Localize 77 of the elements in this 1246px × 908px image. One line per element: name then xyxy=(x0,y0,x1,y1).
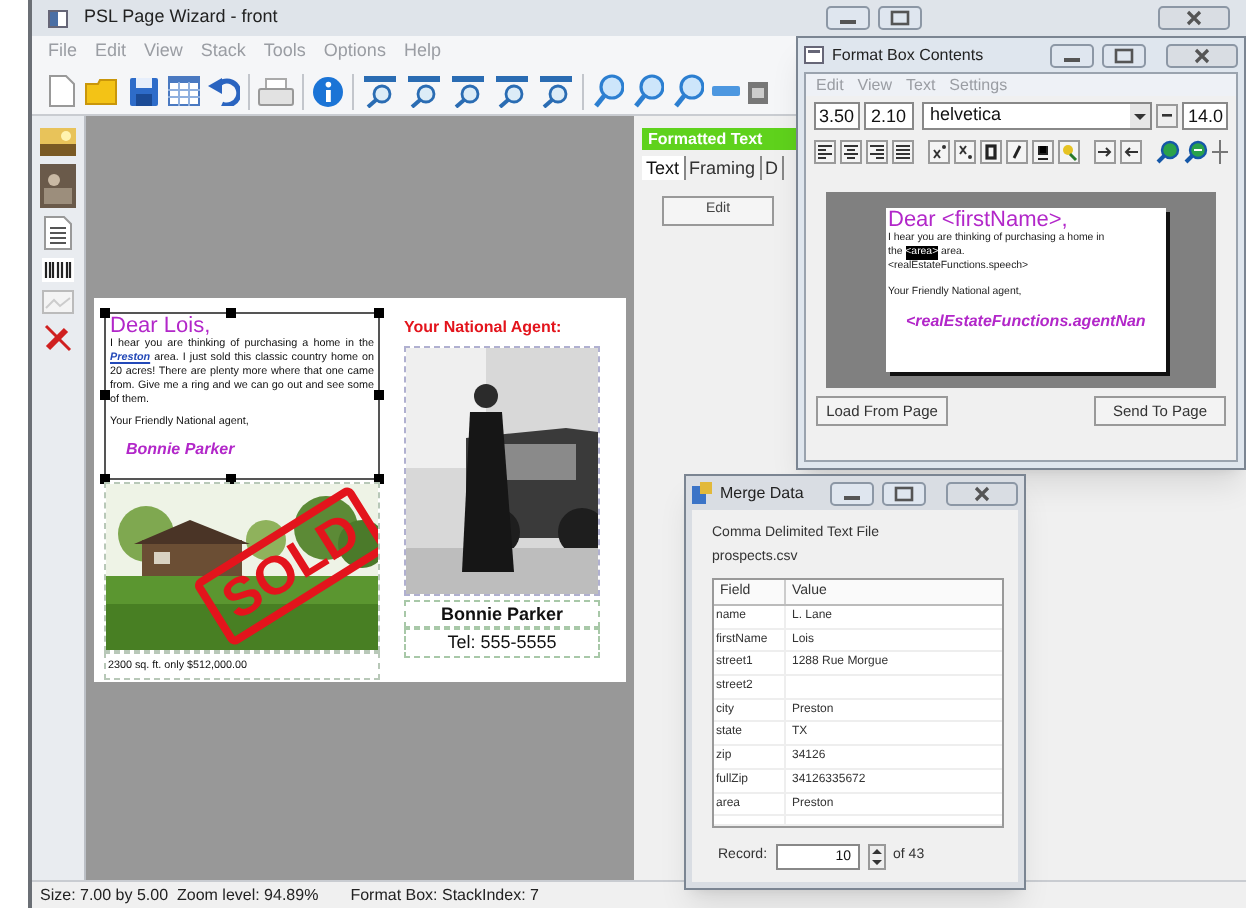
panel-header: Formatted Text xyxy=(642,128,802,150)
selection-handle[interactable] xyxy=(100,308,110,318)
status-text: Size: 7.00 by 5.00 Zoom level: 94.89% xyxy=(40,883,319,907)
zoom-icon[interactable] xyxy=(672,74,704,108)
signature: <realEstateFunctions.agentNan xyxy=(906,312,1148,332)
highlighter-icon[interactable] xyxy=(1058,140,1080,164)
indent-icon[interactable] xyxy=(1094,140,1116,164)
italic-icon[interactable] xyxy=(1006,140,1028,164)
minimize-button[interactable] xyxy=(826,6,870,30)
agent-heading: Your National Agent: xyxy=(404,318,564,338)
spinner-button[interactable] xyxy=(867,844,886,870)
text-box[interactable] xyxy=(104,312,380,480)
justify-icon[interactable] xyxy=(892,140,914,164)
status-text: Format Box: StackIndex: 7 xyxy=(350,883,539,907)
panel-tab[interactable]: Text xyxy=(642,156,686,180)
minimize-button[interactable] xyxy=(830,481,874,505)
minimize-button[interactable] xyxy=(1050,43,1094,67)
selection-handle[interactable] xyxy=(100,390,110,400)
magnifier-with-bar-icon[interactable] xyxy=(362,74,398,108)
close-button[interactable] xyxy=(946,481,1018,505)
selection-handle[interactable] xyxy=(226,308,236,318)
magnifier-with-bar-icon[interactable] xyxy=(406,74,442,108)
selection-handle[interactable] xyxy=(226,474,236,484)
signature: Bonnie Parker xyxy=(126,440,237,460)
agent-name: Bonnie Parker xyxy=(404,600,600,628)
magnifier-with-bar-icon[interactable] xyxy=(538,74,574,108)
close-button[interactable] xyxy=(1158,6,1230,30)
x-position-field[interactable]: 3.50 xyxy=(814,102,860,130)
agent-phone: Tel: 555-5555 xyxy=(404,628,600,658)
y-position-field[interactable]: 2.10 xyxy=(863,102,914,130)
subscript-icon[interactable] xyxy=(954,140,976,164)
align-left-icon[interactable] xyxy=(814,140,836,164)
photo-icon[interactable] xyxy=(40,164,76,208)
font-dropdown[interactable]: helvetica xyxy=(922,102,1153,130)
greeting: Dear <firstName>, xyxy=(888,208,1070,232)
panel-tab[interactable]: Framing xyxy=(685,156,762,180)
outdent-icon[interactable] xyxy=(1120,140,1142,164)
landscape-icon[interactable] xyxy=(40,128,76,156)
underline-icon[interactable] xyxy=(1032,140,1054,164)
table-icon[interactable] xyxy=(168,76,200,106)
window-title: Format Box Contents xyxy=(832,43,984,67)
new-document-icon[interactable] xyxy=(48,74,76,108)
maximize-button[interactable] xyxy=(882,481,926,505)
magnifier-with-bar-icon[interactable] xyxy=(494,74,530,108)
print-icon[interactable] xyxy=(258,77,294,105)
align-center-icon[interactable] xyxy=(840,140,862,164)
align-right-icon[interactable] xyxy=(866,140,888,164)
zoom-in-icon[interactable] xyxy=(1156,140,1180,164)
selection-handle[interactable] xyxy=(100,474,110,484)
zoom-out-icon[interactable] xyxy=(1184,140,1208,164)
text-lines-icon[interactable] xyxy=(44,216,72,250)
greeting: Dear Lois, xyxy=(110,314,213,338)
barcode-icon[interactable] xyxy=(42,258,74,282)
superscript-icon[interactable] xyxy=(928,140,950,164)
database-icon xyxy=(692,482,712,504)
undo-icon[interactable] xyxy=(208,76,240,106)
maximize-button[interactable] xyxy=(1102,43,1146,67)
panel-tab[interactable]: D xyxy=(761,156,785,180)
save-icon[interactable] xyxy=(128,75,160,107)
no-pencil-icon[interactable] xyxy=(42,322,74,354)
info-icon[interactable] xyxy=(312,75,344,107)
size-field[interactable]: 14.0 xyxy=(1182,102,1228,130)
minus-icon[interactable] xyxy=(712,85,740,97)
window-title: Merge Data xyxy=(720,481,804,505)
magnifier-with-bar-icon[interactable] xyxy=(450,74,486,108)
zoom-icon[interactable] xyxy=(632,74,664,108)
zoom-icon[interactable] xyxy=(592,74,624,108)
selection-handle[interactable] xyxy=(374,474,384,484)
app-icon xyxy=(48,9,68,27)
move-icon[interactable] xyxy=(1212,140,1228,164)
selection-handle[interactable] xyxy=(374,308,384,318)
window-icon xyxy=(804,46,824,64)
close-button[interactable] xyxy=(1166,43,1238,67)
window-title: PSL Page Wizard - front xyxy=(84,4,278,31)
decrease-size-button[interactable] xyxy=(1156,104,1179,128)
selection-handle[interactable] xyxy=(374,390,384,400)
maximize-button[interactable] xyxy=(878,6,922,30)
